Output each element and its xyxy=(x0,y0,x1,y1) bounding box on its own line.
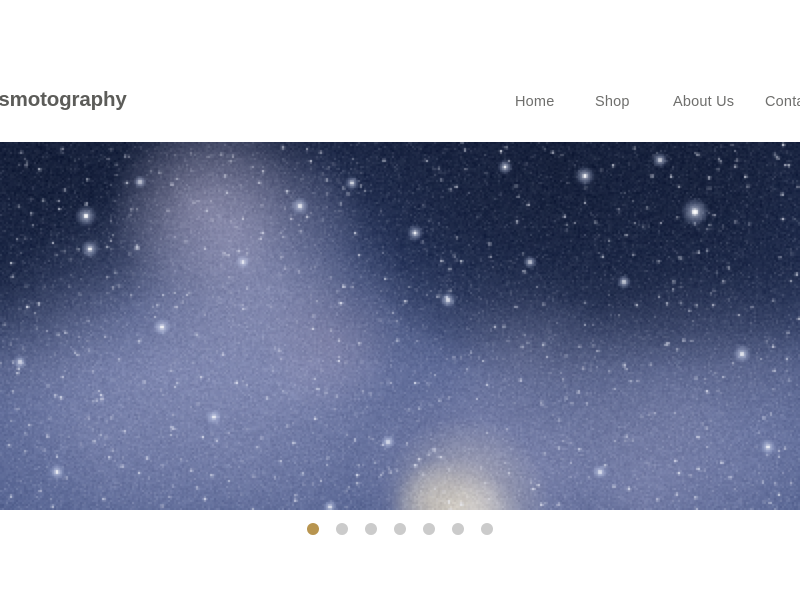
hero-image-milky-way-starfield xyxy=(0,142,800,510)
nav-item-contact[interactable]: Conta xyxy=(765,92,800,112)
nav-item-about-us[interactable]: About Us xyxy=(673,92,734,112)
carousel-dot-5[interactable] xyxy=(423,523,435,535)
page-body-blank xyxy=(0,550,800,600)
carousel-dot-row xyxy=(307,523,493,535)
hero-carousel[interactable] xyxy=(0,142,800,510)
carousel-dot-7[interactable] xyxy=(481,523,493,535)
carousel-pagination xyxy=(0,510,800,550)
main-navigation: Home Shop About Us Conta xyxy=(505,92,800,116)
nav-item-home[interactable]: Home xyxy=(515,92,554,112)
site-logo[interactable]: osmotography xyxy=(0,88,127,112)
carousel-dot-4[interactable] xyxy=(394,523,406,535)
carousel-dot-1[interactable] xyxy=(307,523,319,535)
site-header: osmotography Home Shop About Us Conta xyxy=(0,0,800,142)
carousel-dot-2[interactable] xyxy=(336,523,348,535)
carousel-dot-3[interactable] xyxy=(365,523,377,535)
nav-item-shop[interactable]: Shop xyxy=(595,92,630,112)
carousel-dot-6[interactable] xyxy=(452,523,464,535)
page-root: osmotography Home Shop About Us Conta xyxy=(0,0,800,600)
